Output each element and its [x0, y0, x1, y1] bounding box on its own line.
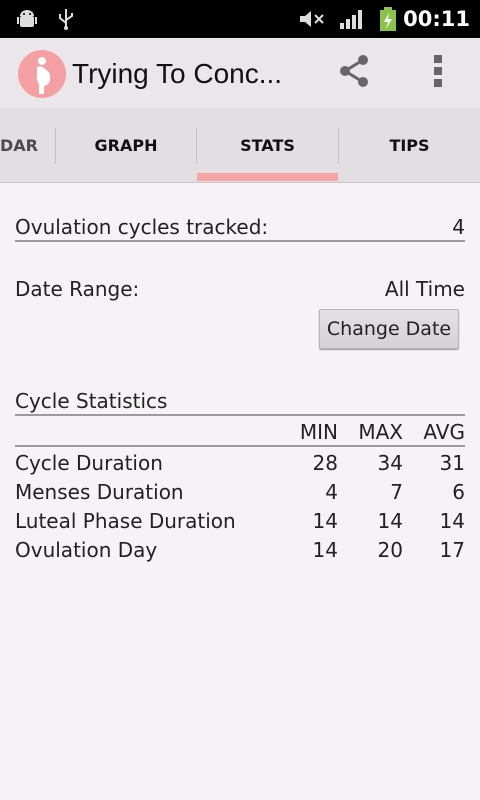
android-debug-icon [16, 0, 38, 38]
share-button[interactable] [324, 38, 384, 108]
table-cell-max: 7 [390, 480, 403, 504]
column-header-min: MIN [299, 420, 338, 444]
table-cell-avg: 14 [439, 509, 465, 533]
signal-icon [339, 0, 365, 38]
mute-icon [298, 0, 326, 38]
table-cell-max: 14 [377, 509, 403, 533]
table-row-label: Cycle Duration [15, 451, 163, 475]
table-row-label: Luteal Phase Duration [15, 509, 236, 533]
table-cell-min: 14 [312, 509, 338, 533]
table-row-label: Ovulation Day [15, 538, 158, 562]
cycles-tracked-label: Ovulation cycles tracked: [15, 215, 269, 239]
change-date-button[interactable]: Change Date [319, 309, 459, 349]
table-cell-min: 4 [325, 480, 338, 504]
tab-stats[interactable]: STATS [197, 108, 338, 182]
share-icon [336, 53, 372, 93]
column-header-avg: AVG [423, 420, 465, 444]
divider [15, 445, 465, 447]
divider [15, 240, 465, 242]
table-cell-min: 28 [312, 451, 338, 475]
overflow-menu-button[interactable] [408, 38, 468, 108]
status-bar: 00:11 [0, 0, 480, 38]
date-range-label: Date Range: [15, 277, 140, 301]
table-cell-avg: 17 [439, 538, 465, 562]
tab-tips[interactable]: TIPS [339, 108, 480, 182]
usb-icon [56, 0, 76, 38]
table-cell-max: 20 [377, 538, 403, 562]
battery-charging-icon [378, 0, 398, 38]
table-cell-avg: 31 [439, 451, 465, 475]
tab-selected-indicator [197, 173, 338, 181]
date-range-value: All Time [384, 277, 465, 301]
table-cell-max: 34 [377, 451, 403, 475]
action-bar: Trying To Conc... [0, 38, 480, 109]
divider [15, 414, 465, 416]
app-logo[interactable] [18, 50, 66, 98]
tab-calendar[interactable]: DAR [0, 108, 56, 182]
table-cell-min: 14 [312, 538, 338, 562]
tab-bar: DAR GRAPH STATS TIPS [0, 108, 480, 183]
cycles-tracked-value: 4 [452, 215, 465, 239]
clock-time: 00:11 [403, 7, 470, 31]
table-cell-avg: 6 [452, 480, 465, 504]
app-title: Trying To Conc... [72, 58, 283, 89]
column-header-max: MAX [358, 420, 403, 444]
table-row-label: Menses Duration [15, 480, 184, 504]
cycle-statistics-title: Cycle Statistics [15, 389, 168, 413]
tab-graph[interactable]: GRAPH [56, 108, 196, 182]
more-vert-icon [432, 54, 444, 92]
